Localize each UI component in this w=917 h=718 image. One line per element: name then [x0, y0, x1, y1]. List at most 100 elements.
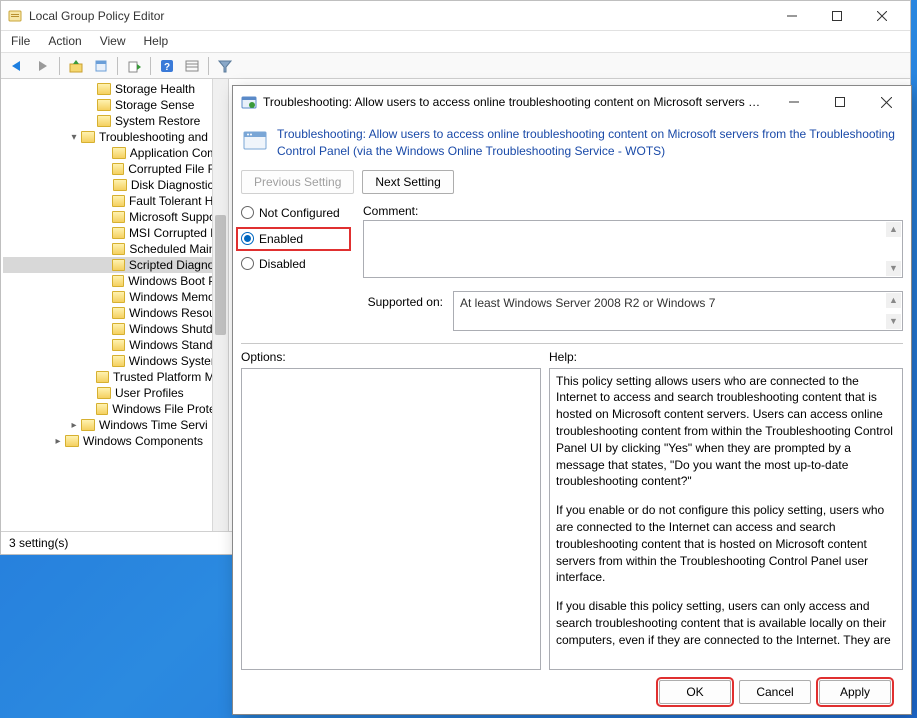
filter-icon[interactable]	[214, 56, 236, 76]
help-label: Help:	[549, 350, 577, 364]
dialog-minimize-button[interactable]	[771, 87, 817, 117]
options-pane[interactable]	[241, 368, 541, 670]
tree-item[interactable]: ▸Corrupted File Re	[3, 161, 213, 177]
radio-disabled[interactable]: Disabled	[241, 257, 351, 271]
tree-item[interactable]: ▾ Troubleshooting and	[3, 129, 213, 145]
tree-item-label: Windows Standb	[129, 338, 213, 352]
tree-item-label: Troubleshooting and	[99, 130, 208, 144]
close-button[interactable]	[859, 1, 904, 31]
folder-icon	[112, 291, 125, 303]
folder-icon	[96, 403, 109, 415]
comment-label: Comment:	[363, 204, 903, 218]
tree-item-label: Disk Diagnostic	[131, 178, 213, 192]
folder-icon	[112, 259, 125, 271]
tree-item[interactable]: ▸Storage Health	[3, 81, 213, 97]
tree-item[interactable]: ▸Windows Shutdo	[3, 321, 213, 337]
folder-icon	[113, 179, 127, 191]
menu-help[interactable]: Help	[144, 34, 169, 48]
menu-action[interactable]: Action	[48, 34, 81, 48]
tree-item[interactable]: ▸Disk Diagnostic	[3, 177, 213, 193]
folder-icon	[112, 339, 125, 351]
tree-item-label: Windows Time Servi	[99, 418, 208, 432]
tree-item-label: Scheduled Maint	[129, 242, 213, 256]
tree-item[interactable]: ▸Windows Standb	[3, 337, 213, 353]
tree-item-label: MSI Corrupted Fi	[129, 226, 213, 240]
minimize-button[interactable]	[769, 1, 814, 31]
back-icon[interactable]	[7, 56, 29, 76]
help-icon[interactable]: ?	[156, 56, 178, 76]
properties-icon[interactable]	[90, 56, 112, 76]
tree-item-label: User Profiles	[115, 386, 184, 400]
tree-item[interactable]: ▸ Windows Time Servi	[3, 417, 213, 433]
folder-icon	[112, 307, 125, 319]
tree-item[interactable]: ▸System Restore	[3, 113, 213, 129]
tree-item[interactable]: ▸Microsoft Suppor	[3, 209, 213, 225]
help-pane[interactable]: This policy setting allows users who are…	[549, 368, 903, 670]
tree-item[interactable]: ▸Scripted Diagnos	[3, 257, 213, 273]
app-icon	[7, 8, 23, 24]
folder-icon	[112, 243, 125, 255]
forward-icon[interactable]	[32, 56, 54, 76]
folder-icon	[112, 275, 125, 287]
next-setting-button[interactable]: Next Setting	[362, 170, 453, 194]
tree-item-label: Storage Sense	[115, 98, 194, 112]
cancel-button[interactable]: Cancel	[739, 680, 811, 704]
folder-icon	[97, 115, 111, 127]
tree-item[interactable]: ▸Windows Resour	[3, 305, 213, 321]
tree-item[interactable]: ▸Trusted Platform Mo	[3, 369, 213, 385]
dialog-close-button[interactable]	[863, 87, 909, 117]
svg-text:?: ?	[164, 62, 170, 73]
chevron-icon[interactable]: ▾	[67, 132, 81, 143]
apply-button[interactable]: Apply	[819, 680, 891, 704]
status-text: 3 setting(s)	[9, 536, 68, 550]
treeview[interactable]: ▸Storage Health▸Storage Sense▸System Res…	[1, 79, 229, 531]
dialog-maximize-button[interactable]	[817, 87, 863, 117]
list-icon[interactable]	[181, 56, 203, 76]
radio-label: Not Configured	[259, 206, 340, 220]
tree-item-label: Scripted Diagnos	[129, 258, 213, 272]
tree-item[interactable]: ▸Windows System	[3, 353, 213, 369]
supported-textbox: At least Windows Server 2008 R2 or Windo…	[453, 291, 903, 331]
folder-icon	[81, 419, 95, 431]
help-text: This policy setting allows users who are…	[556, 373, 896, 649]
menu-view[interactable]: View	[100, 34, 126, 48]
tree-item-label: Storage Health	[115, 82, 195, 96]
policy-header-icon	[241, 126, 269, 154]
tree-item-label: Microsoft Suppor	[129, 210, 213, 224]
tree-item[interactable]: ▸Windows Memor	[3, 289, 213, 305]
chevron-icon[interactable]: ▸	[67, 420, 81, 431]
previous-setting-button[interactable]: Previous Setting	[241, 170, 354, 194]
folder-icon	[112, 355, 125, 367]
menu-file[interactable]: File	[11, 34, 30, 48]
policy-header-text: Troubleshooting: Allow users to access o…	[277, 126, 903, 160]
dialog-title: Troubleshooting: Allow users to access o…	[263, 95, 771, 109]
radio-enabled[interactable]: Enabled	[236, 227, 351, 251]
tree-item[interactable]: ▸MSI Corrupted Fi	[3, 225, 213, 241]
dialog-icon	[241, 94, 257, 110]
radio-icon	[241, 257, 254, 270]
folder-icon	[112, 227, 125, 239]
folder-icon	[112, 163, 125, 175]
export-icon[interactable]	[123, 56, 145, 76]
main-titlebar: Local Group Policy Editor	[1, 1, 910, 31]
radio-not-configured[interactable]: Not Configured	[241, 206, 351, 220]
tree-item[interactable]: ▸Windows Components	[3, 433, 213, 449]
chevron-icon[interactable]: ▸	[51, 436, 65, 447]
folder-icon	[81, 131, 95, 143]
folder-icon	[112, 211, 125, 223]
tree-item[interactable]: ▸Scheduled Maint	[3, 241, 213, 257]
comment-textbox[interactable]: ▲▼	[363, 220, 903, 278]
tree-item-label: Windows Resour	[129, 306, 213, 320]
folder-icon	[97, 387, 111, 399]
tree-item-label: Windows Shutdo	[129, 322, 213, 336]
tree-item[interactable]: ▸Windows Boot Pe	[3, 273, 213, 289]
tree-scrollbar[interactable]	[212, 79, 228, 531]
maximize-button[interactable]	[814, 1, 859, 31]
up-folder-icon[interactable]	[65, 56, 87, 76]
tree-item[interactable]: ▸Application Com	[3, 145, 213, 161]
tree-item[interactable]: ▸User Profiles	[3, 385, 213, 401]
tree-item[interactable]: ▸Storage Sense	[3, 97, 213, 113]
tree-item[interactable]: ▸Windows File Protect	[3, 401, 213, 417]
ok-button[interactable]: OK	[659, 680, 731, 704]
tree-item[interactable]: ▸Fault Tolerant He	[3, 193, 213, 209]
